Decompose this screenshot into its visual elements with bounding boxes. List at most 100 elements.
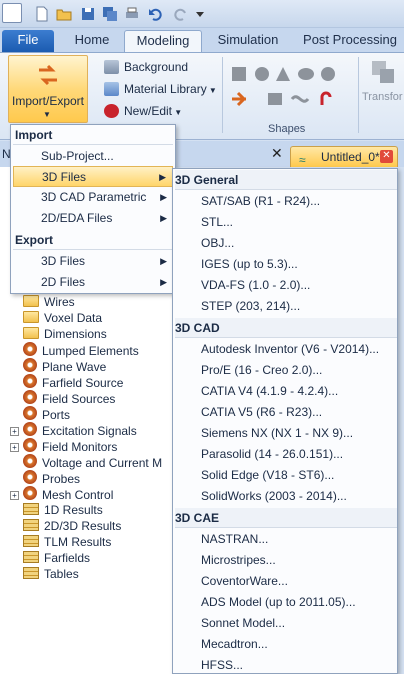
menu-header-import: Import: [15, 128, 53, 142]
new-edit-button[interactable]: New/Edit ▼: [104, 101, 182, 121]
tree-item[interactable]: Dimensions: [10, 326, 107, 342]
save-icon[interactable]: [80, 6, 96, 22]
tree-item[interactable]: Voxel Data: [10, 310, 102, 326]
component-icon: [23, 438, 37, 452]
tab-post-processing[interactable]: Post Processing: [296, 30, 404, 52]
import-export-menu: Import Sub-Project... 3D Files ▶ 3D CAD P…: [10, 124, 176, 294]
chevron-right-icon: ▶: [159, 172, 166, 182]
chevron-right-icon: ▶: [160, 192, 167, 202]
menu-item-label: Sub-Project...: [41, 149, 114, 163]
tab-modeling[interactable]: Modeling: [124, 30, 202, 52]
submenu-item[interactable]: CATIA V4 (4.1.9 - 4.2.4)...: [175, 381, 397, 402]
submenu-item[interactable]: ADS Model (up to 2011.05)...: [175, 592, 397, 613]
undo-icon[interactable]: [148, 6, 164, 22]
background-button[interactable]: Background: [104, 57, 188, 77]
tab-file[interactable]: File: [2, 30, 54, 52]
open-folder-icon[interactable]: [56, 6, 72, 22]
background-icon: [104, 60, 119, 74]
tree-item[interactable]: + Excitation Signals: [10, 422, 137, 438]
submenu-item[interactable]: Microstripes...: [175, 550, 397, 571]
submenu-item[interactable]: STEP (203, 214)...: [175, 296, 397, 317]
tree-item[interactable]: + Mesh Control: [10, 486, 113, 502]
submenu-item[interactable]: Sonnet Model...: [175, 613, 397, 634]
app-icon[interactable]: [2, 3, 22, 23]
submenu-item[interactable]: VDA-FS (1.0 - 2.0)...: [175, 275, 397, 296]
submenu-header-3d-cae: 3D CAE: [175, 508, 397, 528]
menu-item-export-2d-files[interactable]: 2D Files ▶: [13, 272, 173, 293]
tree-item[interactable]: Plane Wave: [10, 358, 106, 374]
submenu-item[interactable]: STL...: [175, 212, 397, 233]
tree-item-label: 1D Results: [44, 503, 103, 517]
tree-item[interactable]: Voltage and Current M: [10, 454, 162, 470]
menu-item-import-3d-files[interactable]: 3D Files ▶: [13, 166, 173, 187]
tree-item[interactable]: TLM Results: [10, 534, 111, 550]
close-icon[interactable]: ✕: [380, 150, 393, 163]
tree-item[interactable]: Farfields: [10, 550, 90, 566]
tree-item[interactable]: Lumped Elements: [10, 342, 139, 358]
print-icon[interactable]: [124, 6, 140, 22]
document-tab[interactable]: ≈ Untitled_0* ✕: [290, 146, 398, 167]
redo-icon[interactable]: [172, 6, 188, 22]
chevron-down-icon: ▼: [43, 110, 51, 119]
tree-item[interactable]: Tables: [10, 566, 79, 582]
expand-icon[interactable]: +: [10, 443, 19, 452]
tree-item-label: TLM Results: [44, 535, 112, 549]
submenu-item[interactable]: SolidWorks (2003 - 2014)...: [175, 486, 397, 507]
submenu-item[interactable]: Pro/E (16 - Creo 2.0)...: [175, 360, 397, 381]
component-icon: [23, 374, 37, 388]
chevron-right-icon: ▶: [160, 277, 167, 287]
save-all-icon[interactable]: [102, 6, 118, 22]
menu-item-label: 2D Files: [41, 275, 86, 289]
submenu-item[interactable]: OBJ...: [175, 233, 397, 254]
tab-home[interactable]: Home: [64, 30, 120, 52]
customize-qat-icon[interactable]: [192, 6, 208, 22]
new-file-icon[interactable]: [34, 6, 50, 22]
tab-simulation[interactable]: Simulation: [210, 30, 286, 52]
folder-icon: [23, 295, 39, 307]
component-icon: [23, 358, 37, 372]
material-library-icon: [104, 82, 119, 96]
submenu-item[interactable]: SAT/SAB (R1 - R24)...: [175, 191, 397, 212]
tree-item-label: Mesh Control: [42, 488, 114, 502]
tree-item[interactable]: Ports: [10, 406, 70, 422]
tree-item[interactable]: 2D/3D Results: [10, 518, 121, 534]
tree-item[interactable]: Probes: [10, 470, 80, 486]
import-export-button[interactable]: Import/Export ▼: [8, 55, 88, 123]
submenu-item[interactable]: Solid Edge (V18 - ST6)...: [175, 465, 397, 486]
menu-item-sub-project[interactable]: Sub-Project...: [13, 146, 173, 167]
import-3d-files-submenu: 3D General SAT/SAB (R1 - R24)... STL... OBJ…: [172, 168, 398, 674]
transform-label: Transfor: [362, 91, 403, 103]
submenu-item[interactable]: Mecadtron...: [175, 634, 397, 655]
ribbon-tab-bar: File Home Modeling Simulation Post Proce…: [0, 28, 404, 52]
tree-item[interactable]: 1D Results: [10, 502, 103, 518]
submenu-item[interactable]: Siemens NX (NX 1 - NX 9)...: [175, 423, 397, 444]
menu-item-export-3d-files[interactable]: 3D Files ▶: [13, 251, 173, 272]
expand-icon[interactable]: +: [10, 491, 19, 500]
tree-item[interactable]: Farfield Source: [10, 374, 123, 390]
menu-item-3d-cad-parametric[interactable]: 3D CAD Parametric ▶: [13, 187, 173, 208]
submenu-item[interactable]: CATIA V5 (R6 - R23)...: [175, 402, 397, 423]
expand-icon[interactable]: +: [10, 427, 19, 436]
transform-icon: [372, 61, 394, 83]
close-icon[interactable]: ✕: [271, 145, 283, 162]
new-edit-icon: [104, 104, 119, 118]
menu-item-label: 2D/EDA Files: [41, 211, 113, 225]
submenu-item[interactable]: NASTRAN...: [175, 529, 397, 550]
results-folder-icon: [23, 535, 39, 547]
tree-item[interactable]: + Field Monitors: [10, 438, 117, 454]
tree-item-label: 2D/3D Results: [44, 519, 122, 533]
component-icon: [23, 470, 37, 484]
tree-item[interactable]: Field Sources: [10, 390, 115, 406]
tree-item-label: Wires: [44, 295, 75, 309]
submenu-item[interactable]: CoventorWare...: [175, 571, 397, 592]
submenu-item[interactable]: HFSS...: [175, 655, 397, 673]
shapes-gallery[interactable]: [230, 63, 356, 113]
import-export-icon: [39, 64, 57, 86]
submenu-item[interactable]: IGES (up to 5.3)...: [175, 254, 397, 275]
submenu-item[interactable]: Parasolid (14 - 26.0.151)...: [175, 444, 397, 465]
material-library-button[interactable]: Material Library ▼: [104, 79, 217, 99]
transform-button[interactable]: Transfor: [362, 57, 404, 119]
submenu-item[interactable]: Autodesk Inventor (V6 - V2014)...: [175, 339, 397, 360]
tree-item[interactable]: Wires: [10, 294, 75, 310]
menu-item-2d-eda-files[interactable]: 2D/EDA Files ▶: [13, 208, 173, 229]
